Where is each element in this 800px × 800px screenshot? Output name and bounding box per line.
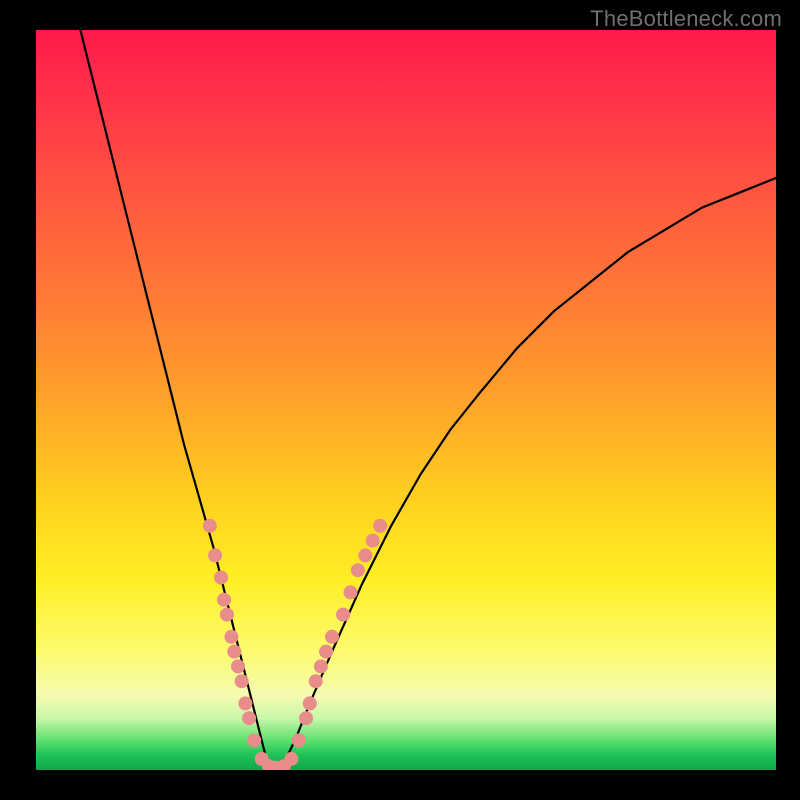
scatter-dot [284,752,298,766]
scatter-dot [344,585,358,599]
scatter-dot [217,593,231,607]
watermark-text: TheBottleneck.com [590,6,782,32]
scatter-dot [242,711,256,725]
scatter-dot [224,630,238,644]
bottleneck-curve [80,30,776,770]
scatter-dot [208,548,222,562]
scatter-dot [336,608,350,622]
scatter-dot [227,645,241,659]
scatter-dot [319,645,333,659]
scatter-dot [203,519,217,533]
scatter-dot [292,733,306,747]
scatter-dot [214,571,228,585]
scatter-dots [203,519,387,770]
scatter-dot [247,733,261,747]
scatter-dot [314,659,328,673]
scatter-dot [235,674,249,688]
chart-svg [36,30,776,770]
scatter-dot [303,696,317,710]
scatter-dot [231,659,245,673]
scatter-dot [220,608,234,622]
scatter-dot [238,696,252,710]
scatter-dot [366,534,380,548]
scatter-dot [373,519,387,533]
scatter-dot [351,563,365,577]
scatter-dot [325,630,339,644]
scatter-dot [358,548,372,562]
scatter-dot [299,711,313,725]
plot-area [36,30,776,770]
scatter-dot [309,674,323,688]
outer-frame: TheBottleneck.com [0,0,800,800]
